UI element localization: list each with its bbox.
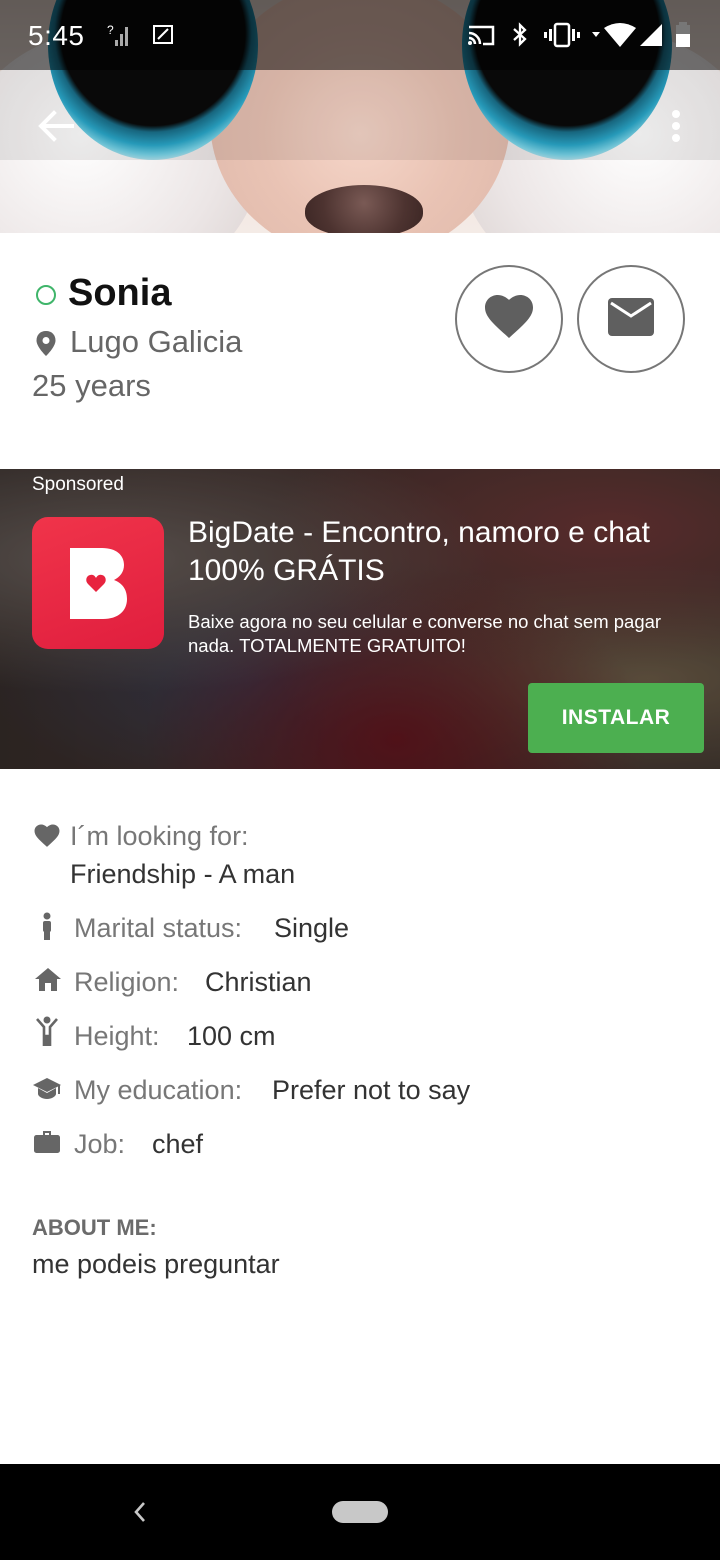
status-time: 5:45 bbox=[28, 20, 85, 51]
person-icon bbox=[36, 912, 64, 940]
status-bar: 5:45 ? bbox=[0, 0, 720, 70]
heart-icon bbox=[484, 294, 534, 345]
cast-icon bbox=[466, 22, 496, 48]
profile-age: 25 years bbox=[32, 368, 151, 403]
nav-back-icon[interactable] bbox=[126, 1497, 152, 1527]
religion-label: Religion: bbox=[74, 967, 180, 997]
ad-title[interactable]: BigDate - Encontro, namoro e chat 100% G… bbox=[188, 514, 698, 590]
online-status-icon bbox=[36, 285, 56, 305]
wifi-icon bbox=[590, 22, 636, 48]
home-icon bbox=[34, 966, 62, 994]
education-label: My education: bbox=[74, 1075, 243, 1105]
screenshot-icon bbox=[152, 22, 176, 48]
profile-name: Sonia bbox=[68, 272, 172, 314]
svg-text:?: ? bbox=[107, 23, 114, 37]
bluetooth-icon bbox=[510, 22, 530, 48]
job-label: Job: bbox=[74, 1129, 126, 1159]
install-button[interactable]: INSTALAR bbox=[528, 683, 704, 753]
sponsored-label: Sponsored bbox=[32, 474, 124, 495]
bigdate-logo[interactable] bbox=[32, 517, 164, 649]
looking-for-value: Friendship - A man bbox=[70, 859, 296, 889]
message-button[interactable] bbox=[577, 265, 685, 373]
like-button[interactable] bbox=[455, 265, 563, 373]
more-vert-icon[interactable] bbox=[662, 104, 690, 148]
arrow-back-icon[interactable] bbox=[34, 104, 78, 148]
height-label: Height: bbox=[74, 1021, 160, 1051]
signal-unknown-icon: ? bbox=[106, 22, 132, 48]
education-value: Prefer not to say bbox=[272, 1075, 471, 1105]
ad-description: Baixe agora no seu celular e converse no… bbox=[188, 611, 662, 656]
cellular-icon bbox=[638, 22, 664, 48]
vibrate-icon bbox=[544, 22, 580, 48]
looking-for-label: I´m looking for: bbox=[70, 821, 249, 851]
height-icon bbox=[34, 1016, 62, 1047]
about-me-text: me podeis preguntar bbox=[32, 1249, 280, 1279]
photo-nose bbox=[305, 185, 423, 233]
heart-icon bbox=[34, 824, 62, 852]
envelope-icon bbox=[607, 297, 655, 342]
app-bar-scrim bbox=[0, 70, 720, 160]
marital-status-label: Marital status: bbox=[74, 913, 243, 943]
briefcase-icon bbox=[33, 1128, 61, 1156]
nav-home-pill[interactable] bbox=[332, 1501, 388, 1523]
height-value: 100 cm bbox=[187, 1021, 276, 1051]
religion-value: Christian bbox=[205, 967, 312, 997]
job-value: chef bbox=[152, 1129, 204, 1159]
about-me-title: ABOUT ME: bbox=[32, 1215, 157, 1240]
location-pin-icon bbox=[34, 330, 58, 358]
battery-icon bbox=[674, 22, 692, 48]
graduation-cap-icon bbox=[32, 1076, 61, 1104]
profile-location: Lugo Galicia bbox=[70, 324, 243, 359]
marital-status-value: Single bbox=[274, 913, 350, 943]
